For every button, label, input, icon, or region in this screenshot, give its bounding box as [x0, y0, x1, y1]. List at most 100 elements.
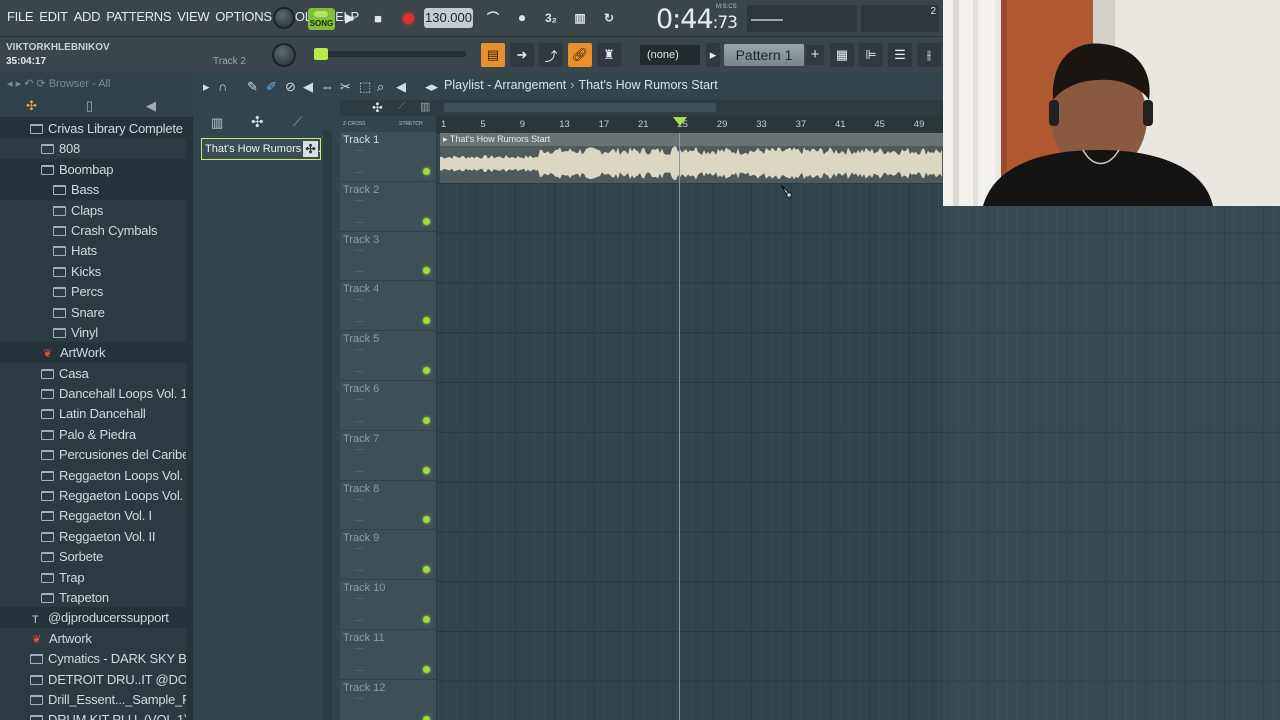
browser-item[interactable]: Bass: [0, 179, 186, 200]
patterns-icon[interactable]: ▥: [211, 115, 223, 131]
track-mute-led[interactable]: [423, 317, 430, 325]
browser-item[interactable]: ❦ Artwork: [0, 628, 186, 648]
zoom-icon[interactable]: ⌕: [377, 79, 384, 95]
track-mute-led[interactable]: [423, 167, 430, 175]
mute-icon[interactable]: ◀: [303, 79, 313, 95]
delete-icon[interactable]: ⊘: [285, 79, 296, 95]
track-mute-led[interactable]: [423, 466, 430, 474]
link-button[interactable]: 🔗︎: [568, 43, 592, 67]
master-volume-slider[interactable]: [314, 48, 466, 60]
menu-patterns[interactable]: PATTERNS: [103, 9, 174, 24]
browser-item[interactable]: Kicks: [0, 261, 186, 281]
track-header[interactable]: Track 8: [340, 481, 436, 531]
add-pattern-button[interactable]: +: [806, 45, 824, 65]
pattern-prev-button[interactable]: ▸: [706, 43, 720, 67]
browser-item[interactable]: Percs: [0, 281, 186, 301]
stop-button[interactable]: ■: [366, 7, 390, 29]
track-mute-led[interactable]: [423, 715, 430, 720]
browser-item[interactable]: ❦ ArtWork: [0, 342, 186, 363]
horizontal-scrollbar[interactable]: [444, 103, 716, 112]
track-header[interactable]: Track 11: [340, 630, 436, 680]
browser-button[interactable]: ⫲: [917, 43, 941, 67]
track-header[interactable]: Track 9: [340, 530, 436, 581]
file-icon[interactable]: ▯: [86, 98, 93, 114]
browser-item[interactable]: Reggaeton Vol. I: [0, 505, 186, 525]
browser-item[interactable]: T @djproducerssupport: [0, 607, 186, 628]
menu-edit[interactable]: EDIT: [36, 9, 70, 24]
browser-item[interactable]: Dancehall Loops Vol. 1: [0, 383, 186, 403]
track-header[interactable]: Track 5: [340, 331, 436, 381]
browser-item[interactable]: Vinyl: [0, 322, 186, 342]
song-mode-button[interactable]: SONG: [308, 8, 335, 30]
browser-arrows-icon[interactable]: ◂ ▸ ↶ ⟳: [7, 78, 49, 90]
track-header[interactable]: Track 6: [340, 381, 436, 431]
browser-item[interactable]: Reggaeton Loops Vol. I: [0, 465, 186, 485]
track-mute-led[interactable]: [423, 267, 430, 275]
arrow-pair-icon[interactable]: ◂▸: [425, 79, 438, 95]
browser-item[interactable]: Drill_Essent..._Sample_Pack: [0, 689, 186, 709]
magnet-icon[interactable]: ∩: [218, 79, 227, 94]
track-header[interactable]: Track 2: [340, 182, 436, 232]
select-icon[interactable]: ⬚: [359, 79, 371, 95]
browser-item[interactable]: DETROIT DRU..IT @DOPEKIT: [0, 669, 186, 689]
speaker-icon[interactable]: ◀: [146, 98, 156, 114]
menu-options[interactable]: OPTIONS: [212, 9, 274, 24]
wait-record-icon[interactable]: ⏺: [510, 8, 534, 28]
track-mute-led[interactable]: [423, 416, 430, 424]
slide-button[interactable]: ⤴: [539, 43, 563, 67]
browser-item[interactable]: Snare: [0, 302, 186, 322]
picker-clip-item[interactable]: That's How Rumors S... ✣: [201, 138, 321, 160]
track-mute-led[interactable]: [423, 566, 430, 574]
browser-item[interactable]: Latin Dancehall: [0, 403, 186, 423]
audio-clip-icon[interactable]: ✣: [251, 113, 264, 131]
step-button[interactable]: ➜: [510, 43, 534, 67]
automation-icon[interactable]: ⟋: [293, 114, 302, 130]
track-mute-led[interactable]: [423, 665, 430, 673]
track-mute-led[interactable]: [423, 516, 430, 524]
mixer-button[interactable]: ▦: [830, 43, 854, 67]
track-header[interactable]: Track 3: [340, 232, 436, 282]
slip-icon[interactable]: ⇔: [321, 79, 334, 94]
metronome-icon[interactable]: ⌒: [481, 8, 505, 28]
typing-keyboard-button[interactable]: ♜: [597, 43, 621, 67]
browser-scrollbar[interactable]: [186, 118, 193, 720]
tempo-display[interactable]: 130.000: [424, 8, 473, 28]
browser-item[interactable]: Boombap: [0, 158, 186, 180]
track-mute-led[interactable]: [423, 615, 430, 623]
options-arrow-icon[interactable]: ▸: [203, 79, 210, 95]
browser-item[interactable]: Palo & Piedra: [0, 424, 186, 444]
browser-item[interactable]: Casa: [0, 363, 186, 383]
master-volume-knob[interactable]: [272, 43, 296, 67]
browser-item[interactable]: DRUM KIT PLU..(VOL.1) (1): [0, 709, 186, 720]
pencil-icon[interactable]: ✎: [247, 79, 258, 95]
browser-item[interactable]: Percusiones del Caribe: [0, 444, 186, 464]
menu-view[interactable]: VIEW: [174, 9, 212, 24]
slice-icon[interactable]: ✂: [340, 79, 351, 95]
record-button[interactable]: [396, 7, 420, 29]
track-header[interactable]: Track 12: [340, 680, 436, 720]
browser-item[interactable]: Reggaeton Vol. II: [0, 526, 186, 546]
track-header[interactable]: Track 7: [340, 431, 436, 481]
channel-rack-button[interactable]: ⊫: [859, 43, 883, 67]
master-pitch-knob[interactable]: [273, 7, 295, 29]
channel-selector[interactable]: (none): [640, 45, 700, 65]
track-mute-led[interactable]: [423, 366, 430, 374]
timeline-ruler[interactable]: 1 5 9 13 17 21 25 29 33 37 41 45 49: [436, 116, 943, 133]
snap-icon[interactable]: ✣: [372, 100, 383, 116]
countdown-icon[interactable]: 3₂: [539, 8, 563, 28]
track-header[interactable]: Track 10: [340, 580, 436, 630]
browser-item[interactable]: Trap: [0, 567, 186, 587]
playback-icon[interactable]: ◀: [396, 79, 406, 95]
brush-icon[interactable]: ✐: [266, 79, 277, 95]
playhead-marker[interactable]: [673, 117, 687, 126]
browser-item[interactable]: Crash Cymbals: [0, 220, 186, 240]
step-edit-icon[interactable]: ▥: [568, 8, 592, 28]
track-header[interactable]: Track 4: [340, 281, 436, 332]
browser-item[interactable]: Claps: [0, 200, 186, 220]
play-button[interactable]: ▶: [338, 7, 362, 29]
browser-item[interactable]: 808: [0, 138, 186, 158]
picker-scrollbar[interactable]: [323, 130, 332, 720]
browser-item[interactable]: Cymatics - DARK SKY Bundle: [0, 648, 186, 668]
menu-file[interactable]: FILE: [4, 9, 36, 24]
playlist-view-button[interactable]: ▤: [481, 43, 505, 67]
